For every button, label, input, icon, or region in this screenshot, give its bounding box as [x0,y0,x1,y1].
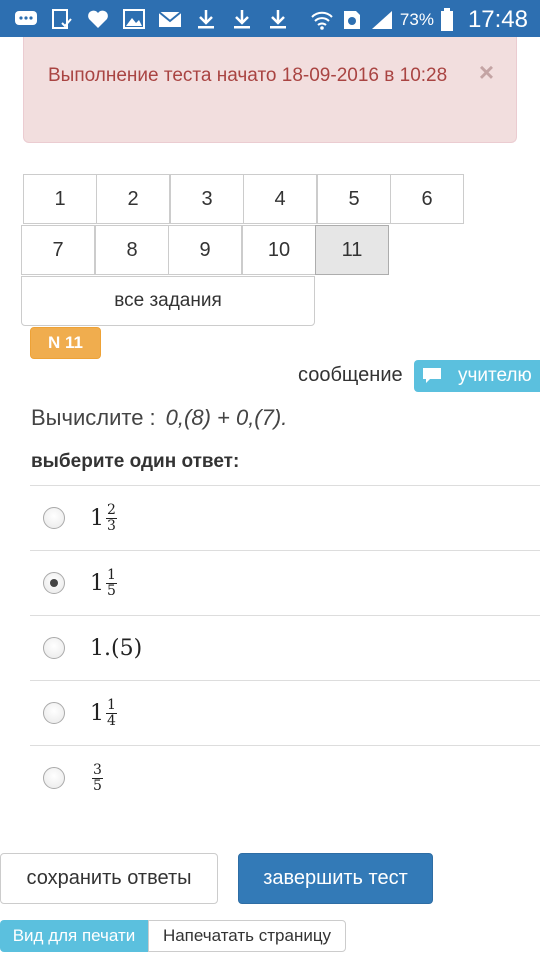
answer-whole: 1 [90,570,104,596]
answer-option-3[interactable]: 1.(5) [30,615,540,680]
notification-icons [14,8,290,30]
message-teacher-button[interactable]: учителю [414,360,540,392]
answer-radio-3[interactable] [43,637,65,659]
fraction-numerator: 1 [106,696,117,714]
task-button-5[interactable]: 5 [317,174,391,224]
fraction-denominator: 5 [93,777,102,794]
answer-option-2[interactable]: 1 15 [30,550,540,615]
fraction-denominator: 4 [107,712,116,729]
answer-radio-5[interactable] [43,767,65,789]
fraction-denominator: 3 [107,517,116,534]
checklist-icon [52,9,72,29]
answer-value-2: 1 15 [90,561,117,605]
sim-icon [343,11,360,29]
question-prompt: Вычислите : [31,405,156,430]
answer-list: 1 23 1 15 1.(5) 1 14 35 [30,485,540,810]
close-icon[interactable]: × [479,59,494,85]
task-button-10[interactable]: 10 [242,225,316,275]
print-page-button[interactable]: Напечатать страницу [148,920,346,952]
task-button-3[interactable]: 3 [170,174,244,224]
all-tasks-button[interactable]: все задания [21,276,315,326]
task-button-11-active[interactable]: 11 [315,225,389,275]
finish-test-button[interactable]: завершить тест [238,853,433,904]
chat-icon [15,11,37,25]
image-icon [123,9,145,29]
alert-text: Выполнение теста начато 18-09-2016 в 10:… [48,65,448,86]
message-teacher-label: учителю [458,365,532,386]
fraction-numerator: 2 [106,501,117,519]
download-icon [234,10,250,29]
heart-icon [88,10,108,28]
save-answers-button[interactable]: сохранить ответы [0,853,218,904]
answer-fraction: 23 [106,501,117,534]
answer-radio-2-selected[interactable] [43,572,65,594]
wifi-icon [311,11,333,30]
answer-fraction: 15 [106,566,117,599]
download-icon [198,10,214,29]
answer-radio-1[interactable] [43,507,65,529]
answer-option-4[interactable]: 1 14 [30,680,540,745]
answer-fraction: 14 [106,696,117,729]
answer-value-4: 1 14 [90,691,117,735]
answer-value-3: 1.(5) [90,626,142,670]
task-button-9[interactable]: 9 [168,225,242,275]
mail-icon [158,11,182,27]
battery-percent: 73% [399,10,434,29]
system-icons: 73% 17:48 [310,6,528,34]
battery-icon [440,8,453,31]
fraction-numerator: 3 [92,761,103,779]
download-icon [270,10,286,29]
answer-radio-4[interactable] [43,702,65,724]
question-number-badge: N 11 [30,327,101,359]
answer-value-5: 35 [90,756,103,800]
answer-option-1[interactable]: 1 23 [30,485,540,550]
question-text: Вычислите : 0,(8) + 0,(7). [31,405,287,431]
answer-whole: 1 [90,700,104,726]
task-button-4[interactable]: 4 [243,174,317,224]
task-button-7[interactable]: 7 [21,225,95,275]
answer-fraction: 35 [92,761,103,794]
choose-answer-label: выберите один ответ: [31,451,240,472]
answer-value-1: 1 23 [90,496,117,540]
print-view-button[interactable]: Вид для печати [0,920,148,952]
status-bar: 73% 17:48 [0,0,540,37]
task-button-1[interactable]: 1 [23,174,97,224]
fraction-denominator: 5 [107,582,116,599]
clock: 17:48 [467,6,528,33]
signal-icon [371,11,392,29]
answer-whole: 1 [90,505,104,531]
fraction-numerator: 1 [106,566,117,584]
answer-text: 1.(5) [90,635,143,661]
task-button-2[interactable]: 2 [96,174,170,224]
task-button-6[interactable]: 6 [390,174,464,224]
question-expression: 0,(8) + 0,(7). [165,405,288,430]
comment-icon [423,368,441,383]
test-started-alert: Выполнение теста начато 18-09-2016 в 10:… [23,37,517,143]
message-label: сообщение [298,364,403,386]
answer-option-5[interactable]: 35 [30,745,540,810]
task-button-8[interactable]: 8 [95,225,169,275]
